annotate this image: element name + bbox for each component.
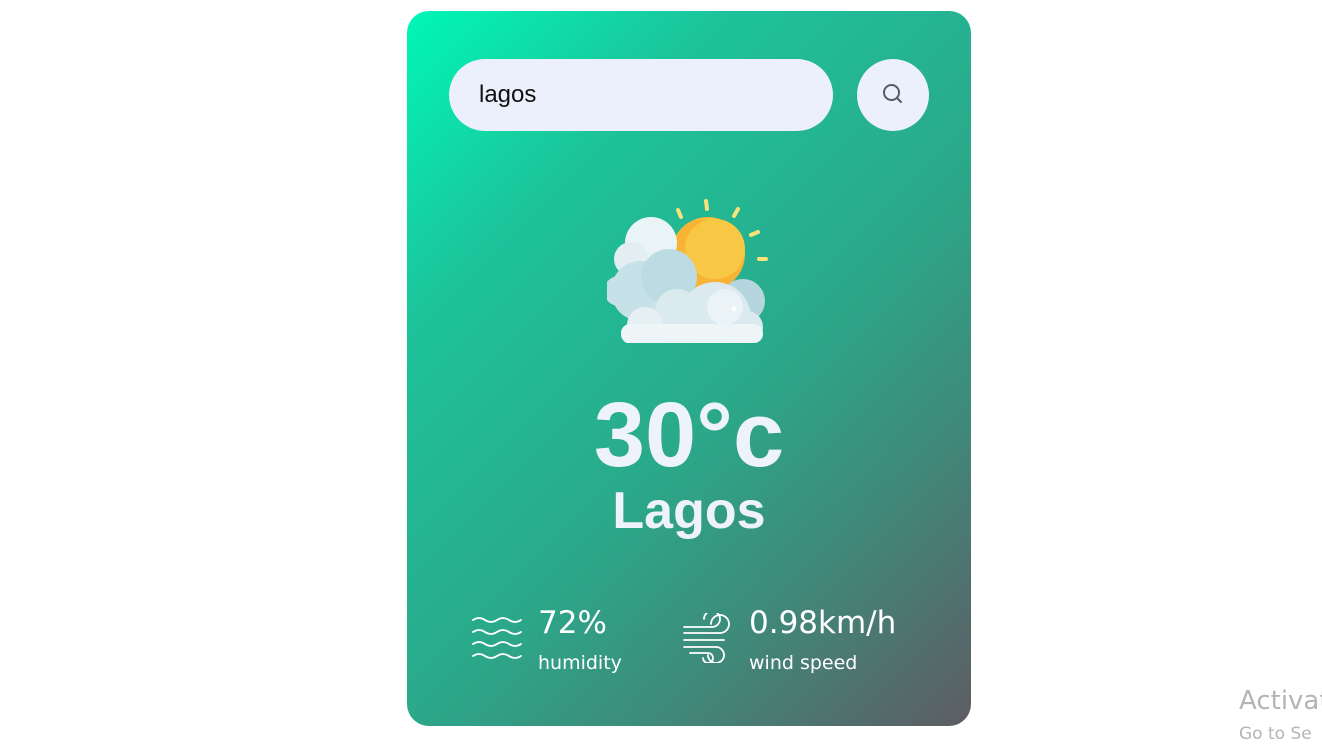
wind-speed-value: 0.98km/h xyxy=(749,605,897,641)
humidity-waves-icon xyxy=(471,615,523,666)
search-button[interactable] xyxy=(857,59,929,131)
humidity-label: humidity xyxy=(538,652,622,674)
partly-cloudy-sun-icon xyxy=(604,197,773,354)
city-search-input[interactable] xyxy=(449,59,833,131)
os-activation-watermark-subtitle: Go to Se xyxy=(1239,724,1312,744)
search-icon xyxy=(882,83,904,108)
temperature-reading: 30°c xyxy=(593,384,785,486)
os-activation-watermark-title: Activat xyxy=(1239,686,1322,716)
city-name: Lagos xyxy=(612,482,766,540)
wind-speed-label: wind speed xyxy=(749,652,858,674)
humidity-value: 72% xyxy=(538,605,607,641)
wind-icon xyxy=(682,610,734,668)
weather-card: 30°c Lagos 72% humidity 0.98km/h wind sp… xyxy=(407,11,971,726)
